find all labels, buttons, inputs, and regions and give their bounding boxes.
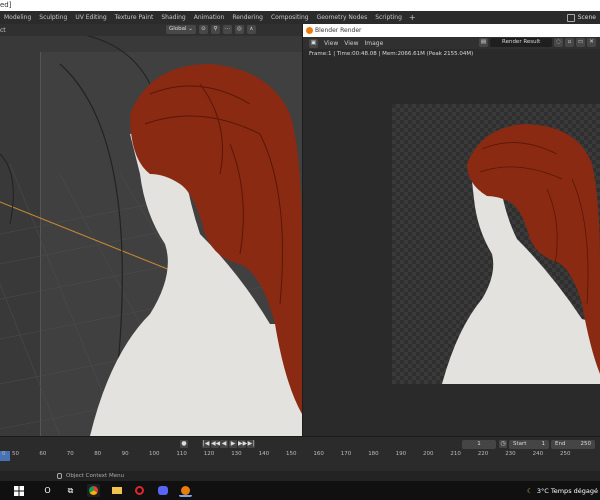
file-explorer-icon[interactable]	[110, 484, 123, 497]
os-taskbar: O ⧉ ☾ 3°C Temps dégagé	[0, 481, 600, 500]
status-hint: Object Context Menu	[66, 473, 125, 479]
ruler-tick: 190	[395, 451, 407, 457]
fake-user-shield-icon[interactable]: ◌	[554, 38, 563, 47]
jump-end-button[interactable]: ▶|	[247, 440, 255, 448]
playback-controls: ● |◀ ◀◀ ◀ ▶ ▶▶ ▶| 1 ◷ Start 1 End 250	[0, 439, 600, 450]
ruler-tick: 160	[313, 451, 324, 457]
task-view-icon[interactable]: ⧉	[64, 484, 77, 497]
ruler-tick: 60	[39, 451, 47, 457]
proportional-edit-icon[interactable]: ◎	[234, 25, 244, 34]
scene-icon	[566, 13, 575, 22]
discord-icon[interactable]	[156, 484, 169, 497]
render-canvas[interactable]	[392, 104, 600, 384]
transform-controls: Global ⌄ ⊙ ⚲ ⋯ ◎ ∧	[166, 25, 256, 34]
tab-modeling[interactable]: Modeling	[0, 11, 35, 24]
ruler-tick: 70	[66, 451, 74, 457]
window-title: ed]	[0, 1, 12, 9]
menu-view-2[interactable]: View	[344, 40, 358, 47]
unlink-icon[interactable]: ✕	[587, 38, 596, 47]
image-browse-icon[interactable]: ▤	[479, 38, 488, 47]
image-editor-header: ▣ View View Image ▤ Render Result ◌ ▫ ▭ …	[303, 37, 600, 49]
tab-texture-paint[interactable]: Texture Paint	[111, 11, 158, 24]
ruler-tick: 230	[505, 451, 516, 457]
jump-keyframe-forward-button[interactable]: ▶▶	[238, 440, 247, 448]
play-button[interactable]: ▶	[229, 440, 237, 448]
ruler-tick: 90	[121, 451, 129, 457]
mouse-icon	[57, 473, 62, 479]
editor-type-icon[interactable]: ▣	[309, 38, 318, 48]
new-image-icon[interactable]: ▫	[565, 38, 574, 47]
render-window: Blender Render ▣ View View Image ▤ Rende…	[303, 24, 600, 436]
tab-shading[interactable]: Shading	[157, 11, 189, 24]
transform-orientation-dropdown[interactable]: Global ⌄	[166, 25, 196, 34]
tab-compositing[interactable]: Compositing	[267, 11, 313, 24]
tab-animation[interactable]: Animation	[190, 11, 229, 24]
timeline-editor[interactable]: ● |◀ ◀◀ ◀ ▶ ▶▶ ▶| 1 ◷ Start 1 End 250 05…	[0, 436, 600, 471]
ruler-tick: 100	[149, 451, 160, 457]
ruler-tick: 200	[423, 451, 434, 457]
ruler-tick: 0	[2, 451, 6, 457]
object-mode-label[interactable]: ct	[0, 27, 6, 34]
3d-viewport[interactable]: ct Global ⌄ ⊙ ⚲ ⋯ ◎ ∧	[0, 24, 302, 436]
ruler-tick: 50	[12, 451, 19, 457]
ruler-tick: 140	[258, 451, 270, 457]
play-reverse-button[interactable]: ◀	[220, 440, 228, 448]
ruler-tick: 180	[368, 451, 379, 457]
add-workspace-button[interactable]: +	[406, 13, 419, 22]
stopwatch-icon[interactable]: ◷	[499, 440, 507, 448]
chrome-icon[interactable]	[87, 484, 100, 497]
search-icon[interactable]: O	[41, 484, 54, 497]
tab-uv-editing[interactable]: UV Editing	[71, 11, 110, 24]
workspace-tabs-bar: Modeling Sculpting UV Editing Texture Pa…	[0, 11, 600, 24]
start-frame-field[interactable]: Start 1	[509, 440, 549, 449]
open-folder-icon[interactable]: ▭	[576, 38, 585, 47]
menu-image[interactable]: Image	[365, 40, 384, 47]
ruler-tick: 150	[286, 451, 297, 457]
current-frame-field[interactable]: 1	[462, 440, 496, 449]
opera-icon[interactable]	[133, 484, 146, 497]
frame-ruler[interactable]: 0 50 60 70 80 90 100 110 120 130 140 150 160 170 180 19…	[0, 451, 600, 461]
blender-taskbar-icon[interactable]	[179, 484, 192, 497]
render-slot-selector: ▤ Render Result ◌ ▫ ▭ ✕	[479, 38, 596, 47]
blender-logo-icon	[306, 27, 313, 34]
record-button[interactable]: ●	[180, 440, 188, 448]
render-window-title: Blender Render	[315, 27, 362, 34]
scene-selector[interactable]: Scene	[566, 11, 600, 24]
snap-settings-icon[interactable]: ⋯	[222, 25, 232, 34]
ruler-tick: 250	[560, 451, 571, 457]
jump-keyframe-back-button[interactable]: ◀◀	[211, 440, 220, 448]
window-titlebar: ed]	[0, 0, 600, 11]
rendered-image	[442, 124, 600, 384]
render-info-text: Frame:1 | Time:00:48.08 | Mem:2066.61M (…	[309, 51, 474, 57]
snap-icon[interactable]: ⚲	[210, 25, 220, 34]
moon-weather-icon[interactable]: ☾	[527, 487, 533, 495]
render-result-field[interactable]: Render Result	[490, 38, 552, 47]
ruler-tick: 80	[94, 451, 102, 457]
ruler-tick: 220	[477, 451, 489, 457]
windows-start-icon[interactable]	[12, 484, 25, 497]
pivot-point-icon[interactable]: ⊙	[198, 25, 208, 34]
falloff-icon[interactable]: ∧	[246, 25, 256, 34]
system-tray: ☾ 3°C Temps dégagé	[527, 481, 600, 500]
ruler-tick: 130	[231, 451, 242, 457]
ruler-tick: 120	[203, 451, 215, 457]
tab-geometry-nodes[interactable]: Geometry Nodes	[313, 11, 372, 24]
ruler-tick: 240	[532, 451, 544, 457]
tab-rendering[interactable]: Rendering	[228, 11, 267, 24]
viewport-header: ct Global ⌄ ⊙ ⚲ ⋯ ◎ ∧	[0, 24, 302, 36]
scene-label: Scene	[577, 14, 596, 21]
floor-grid	[0, 33, 302, 436]
menu-view[interactable]: View	[324, 40, 338, 47]
render-window-titlebar: Blender Render	[303, 24, 600, 37]
jump-start-button[interactable]: |◀	[202, 440, 210, 448]
tab-scripting[interactable]: Scripting	[371, 11, 406, 24]
weather-text[interactable]: 3°C Temps dégagé	[537, 487, 598, 495]
status-bar: Object Context Menu	[0, 471, 600, 481]
ruler-tick: 210	[450, 451, 461, 457]
tab-sculpting[interactable]: Sculpting	[35, 11, 71, 24]
ruler-tick: 110	[176, 451, 187, 457]
ruler-tick: 170	[340, 451, 352, 457]
end-frame-field[interactable]: End 250	[551, 440, 595, 449]
